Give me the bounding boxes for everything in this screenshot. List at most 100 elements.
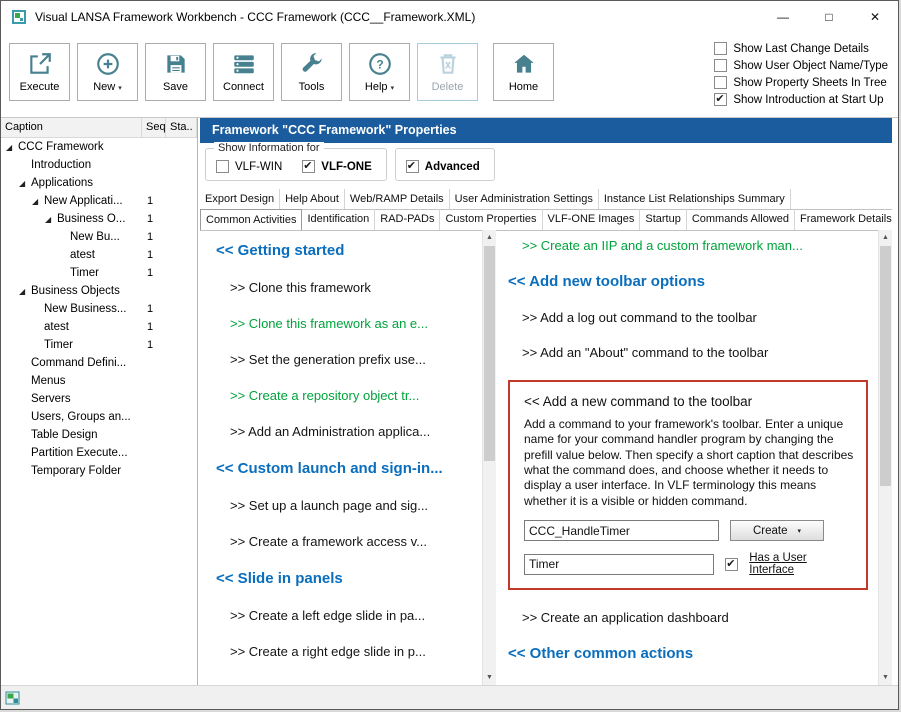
home-button[interactable]: Home [493,43,554,101]
minimize-button[interactable]: — [760,1,806,33]
has-user-interface-checkbox[interactable] [725,558,738,571]
tree-item-servers[interactable]: Servers [1,390,197,408]
tab-identification[interactable]: Identification [302,209,375,230]
checkbox-advanced[interactable] [406,160,419,173]
command-caption-input[interactable] [524,554,714,575]
command-handler-name-input[interactable] [524,520,719,541]
save-button[interactable]: Save [145,43,206,101]
tab-user-administration-settings[interactable]: User Administration Settings [450,189,599,209]
action-link[interactable]: >> Create a left edge slide in pa... [216,608,478,623]
action-link[interactable]: >> Set up a launch page and sig... [216,498,478,513]
tab-startup[interactable]: Startup [640,209,686,230]
left-scrollbar[interactable]: ▲ ▼ [482,230,496,685]
scroll-up-button[interactable]: ▲ [879,230,892,245]
action-link[interactable]: >> Create a repository object tr... [216,388,478,403]
action-link[interactable]: >> Set the generation prefix use... [216,352,478,367]
action-link[interactable]: >> Create a right edge slide in p... [216,644,478,659]
right-scrollbar[interactable]: ▲ ▼ [878,230,892,685]
tab-rad-pads[interactable]: RAD-PADs [375,209,440,230]
scrollbar-thumb[interactable] [880,246,891,486]
connect-button[interactable]: Connect [213,43,274,101]
tree-item-new-business[interactable]: New Business...1 [1,300,197,318]
tree-item-temporary-folder[interactable]: Temporary Folder [1,462,197,480]
help-button[interactable]: ?Help ▾ [349,43,410,101]
help-icon: ? [367,51,393,78]
scroll-down-button[interactable]: ▼ [879,670,892,685]
action-link[interactable]: >> Create an IIP and a custom framework … [508,238,872,253]
tree-item-atest[interactable]: atest1 [1,246,197,264]
tree-item-ccc-framework[interactable]: ◢CCC Framework [1,138,197,156]
section-heading[interactable]: << Getting started [216,242,478,259]
tab-common-activities[interactable]: Common Activities [200,209,302,231]
activities-column-right: >> Create an IIP and a custom framework … [496,230,892,685]
scroll-up-button[interactable]: ▲ [483,230,496,245]
section-heading[interactable]: << Custom launch and sign-in... [216,460,478,477]
column-header-caption[interactable]: Caption [1,118,142,137]
tab-vlf-one-images[interactable]: VLF-ONE Images [543,209,641,230]
tree-item-table-design[interactable]: Table Design [1,426,197,444]
expanded-icon[interactable]: ◢ [18,179,31,188]
column-header-seq[interactable]: Seq [142,118,166,137]
action-link[interactable]: >> Add an "About" command to the toolbar [508,345,872,360]
section-heading[interactable]: << Add new toolbar options [508,273,872,290]
tree-item-business-o[interactable]: ◢Business O...1 [1,210,197,228]
checkbox-show-user-object-name-type[interactable] [714,59,727,72]
tree-item-introduction[interactable]: Introduction [1,156,197,174]
close-button[interactable]: ✕ [852,1,898,33]
tree-item-menus[interactable]: Menus [1,372,197,390]
tree-item-partition-execute[interactable]: Partition Execute... [1,444,197,462]
action-link[interactable]: >> Clone this framework as an e... [216,316,478,331]
action-link[interactable]: >> Add a log out command to the toolbar [508,310,872,325]
column-header-sta[interactable]: Sta.. [166,118,197,137]
add-command-title[interactable]: << Add a new command to the toolbar [524,394,852,409]
tab-custom-properties[interactable]: Custom Properties [440,209,542,230]
checkbox-show-last-change-details[interactable] [714,42,727,55]
tree-item-new-applicati[interactable]: ◢New Applicati...1 [1,192,197,210]
scrollbar-thumb[interactable] [484,246,495,461]
action-link[interactable]: >> Clone this framework [216,280,478,295]
tab-instance-list-relationships-summary[interactable]: Instance List Relationships Summary [599,189,791,209]
action-link[interactable]: >> Add an Administration applica... [216,424,478,439]
expanded-icon[interactable]: ◢ [5,143,18,152]
section-heading[interactable]: << Other common actions [508,645,872,662]
section-heading[interactable]: << Slide in panels [216,570,478,587]
tree-item-command-defini[interactable]: Command Defini... [1,354,197,372]
tab-web-ramp-details[interactable]: Web/RAMP Details [345,189,450,209]
toolbar-option-label-show-property-sheets-in-tree[interactable]: Show Property Sheets In Tree [733,77,886,89]
activities-column-left: << Getting started >> Clone this framewor… [200,230,496,685]
tree-item-applications[interactable]: ◢Applications [1,174,197,192]
tree-item-new-bu[interactable]: New Bu...1 [1,228,197,246]
expanded-icon[interactable]: ◢ [31,197,44,206]
tree-item-atest[interactable]: atest1 [1,318,197,336]
action-link[interactable]: >> Create an application dashboard [508,610,872,625]
tab-help-about[interactable]: Help About [280,189,345,209]
tree-item-users-groups-an[interactable]: Users, Groups an... [1,408,197,426]
toolbar-option-label-show-introduction-at-start-up[interactable]: Show Introduction at Start Up [733,94,883,106]
toolbar-option-label-show-last-change-details[interactable]: Show Last Change Details [733,43,869,55]
show-info-option-label-advanced[interactable]: Advanced [425,161,480,173]
expanded-icon[interactable]: ◢ [18,287,31,296]
scroll-down-button[interactable]: ▼ [483,670,496,685]
execute-button[interactable]: Execute [9,43,70,101]
checkbox-show-introduction-at-start-up[interactable] [714,93,727,106]
checkbox-vlf-one[interactable] [302,160,315,173]
tree-item-timer[interactable]: Timer1 [1,264,197,282]
tab-export-design[interactable]: Export Design [200,189,280,209]
maximize-button[interactable]: □ [806,1,852,33]
toolbar-option-label-show-user-object-name-type[interactable]: Show User Object Name/Type [733,60,888,72]
tab-commands-allowed[interactable]: Commands Allowed [687,209,795,230]
has-user-interface-label[interactable]: Has a User Interface [749,552,852,576]
create-button[interactable]: Create ▾ [730,520,824,541]
show-info-option-label-vlf-win[interactable]: VLF-WIN [235,161,282,173]
checkbox-vlf-win[interactable] [216,160,229,173]
new-button[interactable]: New ▾ [77,43,138,101]
action-link[interactable]: >> Create a framework access v... [216,534,478,549]
tab-framework-details[interactable]: Framework Details [795,209,892,230]
tree-item-timer[interactable]: Timer1 [1,336,197,354]
show-info-option-label-vlf-one[interactable]: VLF-ONE [321,161,371,173]
expanded-icon[interactable]: ◢ [44,215,57,224]
close-icon: ✕ [870,10,880,24]
checkbox-show-property-sheets-in-tree[interactable] [714,76,727,89]
tree-item-business-objects[interactable]: ◢Business Objects [1,282,197,300]
tools-button[interactable]: Tools [281,43,342,101]
